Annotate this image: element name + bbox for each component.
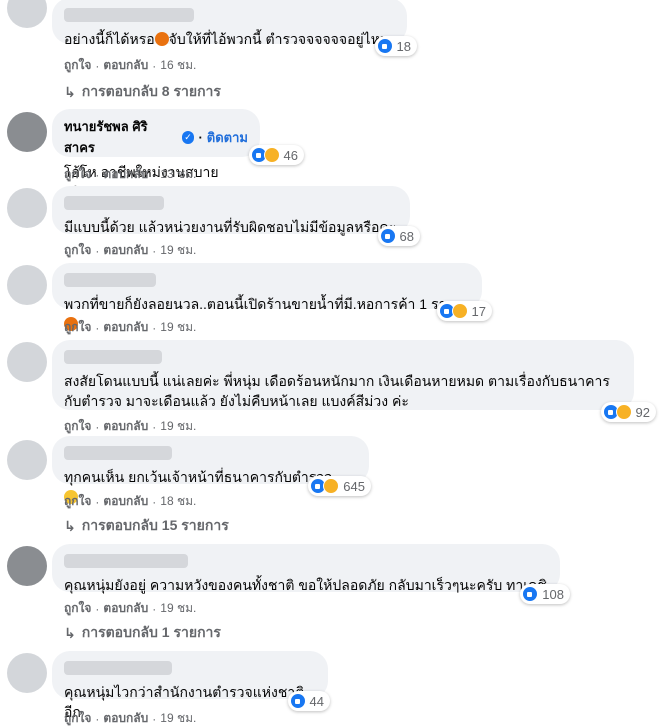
comment-actions: ถูกใจ · ตอบกลับ · 19 ชม. xyxy=(64,318,196,337)
reply-link[interactable]: ตอบกลับ xyxy=(103,241,148,260)
avatar[interactable] xyxy=(7,0,47,28)
reply-link[interactable]: ตอบกลับ xyxy=(103,599,148,618)
comment-actions: ถูกใจ · ตอบกลับ · 19 ชม. xyxy=(64,599,196,618)
comment-actions: ถูกใจ · ตอบกลับ · 13 ชม. xyxy=(64,165,196,184)
like-reaction-icon xyxy=(379,228,396,244)
like-link[interactable]: ถูกใจ xyxy=(64,56,91,75)
view-replies-link[interactable]: ↳ การตอบกลับ 1 รายการ xyxy=(64,622,221,644)
view-replies-link[interactable]: ↳ การตอบกลับ 15 รายการ xyxy=(64,515,229,537)
sad-reaction-icon xyxy=(615,404,632,420)
reaction-summary[interactable]: 108 xyxy=(520,584,570,604)
reaction-summary[interactable]: 92 xyxy=(600,402,656,422)
reply-link[interactable]: ตอบกลับ xyxy=(103,709,148,728)
comment-bubble: ทนายรัชพล ศิริสาคร ✓ · ติดตาม โอ้โห อาชี… xyxy=(52,109,304,200)
angry-emoji-icon xyxy=(154,32,169,46)
comment-actions: ถูกใจ · ตอบกลับ · 18 ชม. xyxy=(64,492,196,511)
comment-actions: ถูกใจ · ตอบกลับ · 19 ชม. xyxy=(64,709,196,728)
author-name[interactable]: ทนายรัชพล ศิริสาคร xyxy=(64,116,178,158)
like-link[interactable]: ถูกใจ xyxy=(64,241,91,260)
like-link[interactable]: ถูกใจ xyxy=(64,599,91,618)
comment-bubble: คุณหนุ่มยังอยู่ ความหวังของคนทั้งชาติ ขอ… xyxy=(52,544,570,604)
comment-bubble: พวกที่ขายก็ยังลอยนวล..ตอนนี้เปิดร้านขายน… xyxy=(52,263,492,331)
author-name-redacted[interactable] xyxy=(64,554,188,568)
comment-text: อย่างนี้ก็ได้หรอ จับให้ที่ไอ้พวกนี้ ตำรวจ… xyxy=(64,31,390,47)
author-row: ทนายรัชพล ศิริสาคร ✓ · ติดตาม xyxy=(64,116,248,158)
wow-reaction-icon xyxy=(451,303,468,319)
reply-link[interactable]: ตอบกลับ xyxy=(103,165,148,184)
comment-time[interactable]: 19 ชม. xyxy=(160,599,196,618)
comment-time[interactable]: 13 ชม. xyxy=(160,165,196,184)
comment-actions: ถูกใจ · ตอบกลับ · 16 ชม. xyxy=(64,56,196,75)
comment-time[interactable]: 19 ชม. xyxy=(160,318,196,337)
comment-time[interactable]: 19 ชม. xyxy=(160,709,196,728)
like-link[interactable]: ถูกใจ xyxy=(64,165,91,184)
avatar[interactable] xyxy=(7,188,47,228)
reaction-summary[interactable]: 645 xyxy=(308,476,371,496)
comment-text: คุณหนุ่มยังอยู่ ความหวังของคนทั้งชาติ ขอ… xyxy=(64,577,547,593)
comment-actions: ถูกใจ · ตอบกลับ · 19 ชม. xyxy=(64,241,196,260)
avatar[interactable] xyxy=(7,653,47,693)
comment-time[interactable]: 18 ชม. xyxy=(160,492,196,511)
follow-button[interactable]: ติดตาม xyxy=(207,127,248,148)
avatar[interactable] xyxy=(7,265,47,305)
comment-bubble: คุณหนุ่มไวกว่าสำนักงานตำรวจแห่งชาติอีก 4… xyxy=(52,651,330,720)
comment-time[interactable]: 19 ชม. xyxy=(160,417,196,436)
author-name-redacted[interactable] xyxy=(64,8,194,22)
reply-arrow-icon: ↳ xyxy=(64,83,76,100)
comment-time[interactable]: 16 ชม. xyxy=(160,56,196,75)
comment-bubble: สงสัยโดนแบบนี้ แน่เลยค่ะ พี่หนุ่ม เดือดร… xyxy=(52,340,656,422)
comment-text: สงสัยโดนแบบนี้ แน่เลยค่ะ พี่หนุ่ม เดือดร… xyxy=(64,373,610,409)
haha-reaction-icon xyxy=(263,147,280,163)
comment-bubble: ทุกคนเห็น ยกเว้นเจ้าหน้าที่ธนาคารกับตำรว… xyxy=(52,436,371,504)
like-link[interactable]: ถูกใจ xyxy=(64,709,91,728)
reply-link[interactable]: ตอบกลับ xyxy=(103,492,148,511)
comment-actions: ถูกใจ · ตอบกลับ · 19 ชม. xyxy=(64,417,196,436)
comment-bubble: มีแบบนี้ด้วย แล้วหน่วยงานที่รับผิดชอบไม่… xyxy=(52,186,420,246)
avatar[interactable] xyxy=(7,112,47,152)
avatar[interactable] xyxy=(7,546,47,586)
reply-arrow-icon: ↳ xyxy=(64,624,76,641)
like-link[interactable]: ถูกใจ xyxy=(64,318,91,337)
haha-reaction-icon xyxy=(323,478,340,494)
avatar[interactable] xyxy=(7,342,47,382)
verified-badge-icon: ✓ xyxy=(181,130,195,144)
like-link[interactable]: ถูกใจ xyxy=(64,417,91,436)
reply-link[interactable]: ตอบกลับ xyxy=(103,417,148,436)
author-name-redacted[interactable] xyxy=(64,273,156,287)
author-name-redacted[interactable] xyxy=(64,350,162,364)
author-name-redacted[interactable] xyxy=(64,661,172,675)
reply-arrow-icon: ↳ xyxy=(64,517,76,534)
comment-bubble: อย่างนี้ก็ได้หรอ จับให้ที่ไอ้พวกนี้ ตำรวจ… xyxy=(52,0,417,56)
like-link[interactable]: ถูกใจ xyxy=(64,492,91,511)
comment-text: มีแบบนี้ด้วย แล้วหน่วยงานที่รับผิดชอบไม่… xyxy=(64,219,397,235)
like-reaction-icon xyxy=(376,38,393,54)
comment-time[interactable]: 19 ชม. xyxy=(160,241,196,260)
reply-link[interactable]: ตอบกลับ xyxy=(103,318,148,337)
reaction-summary[interactable]: 17 xyxy=(436,301,492,321)
like-reaction-icon xyxy=(522,586,539,602)
reaction-summary[interactable]: 44 xyxy=(287,691,330,711)
view-replies-link[interactable]: ↳ การตอบกลับ 8 รายการ xyxy=(64,81,221,103)
reaction-summary[interactable]: 46 xyxy=(248,145,304,165)
reply-link[interactable]: ตอบกลับ xyxy=(103,56,148,75)
avatar[interactable] xyxy=(7,440,47,480)
reaction-summary[interactable]: 68 xyxy=(377,226,420,246)
reaction-summary[interactable]: 18 xyxy=(374,36,417,56)
author-name-redacted[interactable] xyxy=(64,196,164,210)
like-reaction-icon xyxy=(289,693,306,709)
author-name-redacted[interactable] xyxy=(64,446,172,460)
